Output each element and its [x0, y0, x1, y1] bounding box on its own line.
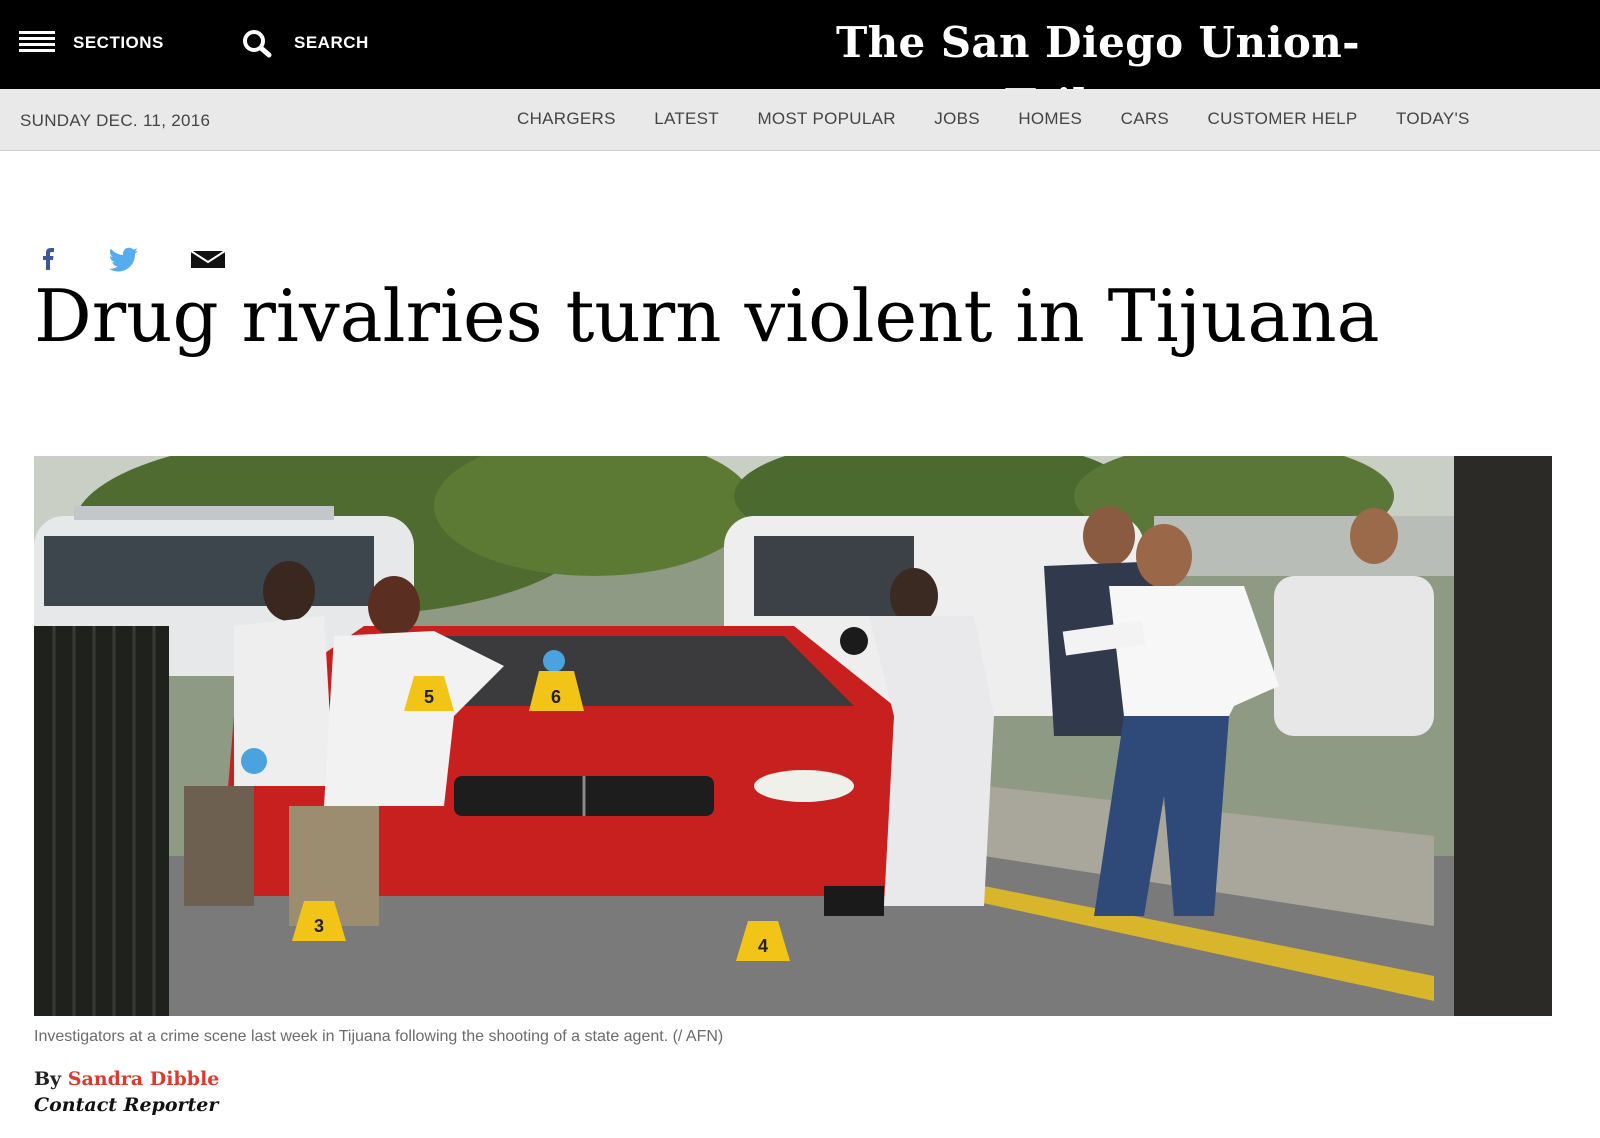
nav-item-customer-help[interactable]: CUSTOMER HELP [1208, 109, 1358, 129]
nav-item-chargers[interactable]: CHARGERS [517, 109, 616, 129]
evidence-marker-label: 4 [758, 936, 768, 956]
nav-item-most-popular[interactable]: MOST POPULAR [757, 109, 895, 129]
facebook-icon[interactable] [38, 244, 58, 272]
nav-item-jobs[interactable]: JOBS [934, 109, 980, 129]
search-button[interactable]: SEARCH [294, 33, 369, 53]
nav-item-todays[interactable]: TODAY'S [1396, 109, 1470, 129]
search-icon[interactable] [240, 28, 276, 58]
contact-reporter-link[interactable]: Contact Reporter [34, 1094, 218, 1116]
evidence-marker-label: 5 [424, 687, 434, 707]
nav-bar: SUNDAY DEC. 11, 2016 CHARGERS LATEST MOS… [0, 89, 1600, 151]
twitter-icon[interactable] [108, 244, 140, 272]
nav-links: CHARGERS LATEST MOST POPULAR JOBS HOMES … [517, 109, 1600, 133]
masthead: SECTIONS SEARCH The San Diego Union-Trib… [0, 0, 1600, 129]
evidence-marker-label: 3 [314, 916, 324, 936]
byline: By Sandra Dibble [34, 1068, 219, 1090]
article-headline: Drug rivalries turn violent in Tijuana [34, 274, 1380, 358]
sections-button[interactable]: SECTIONS [73, 33, 164, 53]
evidence-marker-label: 6 [551, 687, 561, 707]
nav-item-cars[interactable]: CARS [1121, 109, 1169, 129]
author-link[interactable]: Sandra Dibble [68, 1068, 220, 1090]
menu-icon[interactable] [19, 31, 55, 53]
nav-item-homes[interactable]: HOMES [1018, 109, 1082, 129]
hero-photo[interactable]: 5 6 3 4 [34, 456, 1552, 1016]
byline-prefix: By [34, 1068, 62, 1090]
current-date: SUNDAY DEC. 11, 2016 [20, 111, 211, 130]
crime-scene-illustration: 5 6 3 4 [34, 456, 1552, 1016]
email-icon[interactable] [190, 244, 226, 272]
photo-caption: Investigators at a crime scene last week… [34, 1028, 724, 1045]
nav-item-latest[interactable]: LATEST [654, 109, 719, 129]
